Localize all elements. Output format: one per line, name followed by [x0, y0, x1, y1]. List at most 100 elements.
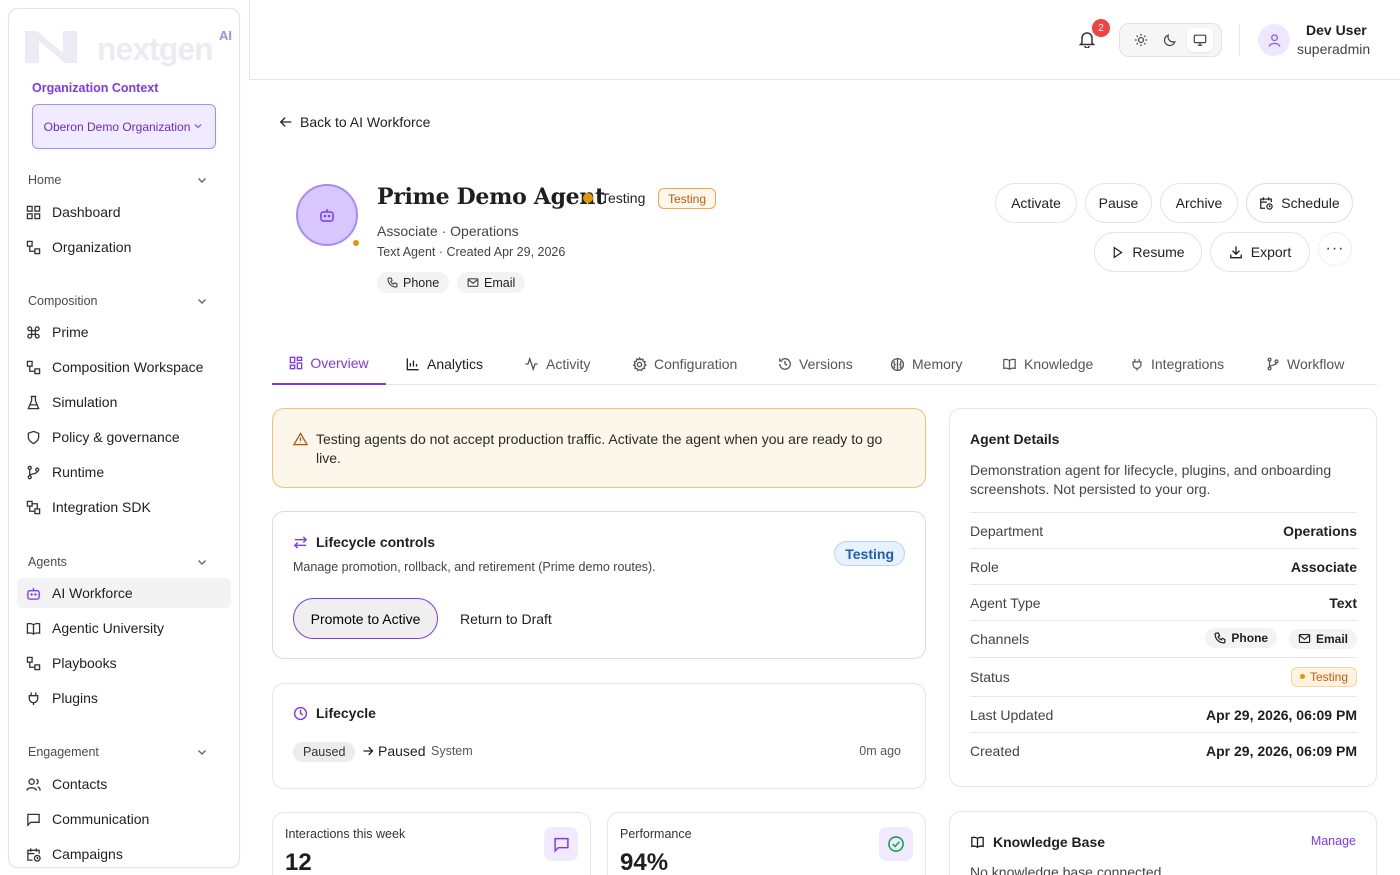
card-title: Lifecycle — [293, 705, 376, 721]
channel-chip-phone: Phone — [1205, 628, 1278, 649]
check-circle-icon — [879, 827, 913, 861]
tab-label: Configuration — [654, 356, 738, 372]
warning-triangle-icon — [293, 432, 308, 446]
tab-label: Integrations — [1151, 356, 1225, 372]
tab-overview[interactable]: Overview — [272, 343, 386, 385]
testing-warning-banner: Testing agents do not accept production … — [272, 408, 926, 488]
network-icon — [25, 239, 41, 255]
card-title: Lifecycle controls — [293, 534, 435, 550]
sidebar-item-prime[interactable]: Prime — [17, 317, 231, 347]
manage-link[interactable]: Manage — [1311, 834, 1356, 848]
tab-integrations[interactable]: Integrations — [1130, 343, 1224, 385]
logo-mark-icon — [25, 31, 77, 63]
moon-icon[interactable] — [1157, 28, 1183, 52]
detail-row-last-updated: Last Updated Apr 29, 2026, 06:09 PM — [970, 696, 1357, 732]
flask-icon — [25, 394, 41, 410]
layout-grid-icon — [289, 356, 303, 370]
tab-bar: Overview Analytics Activity Configuratio… — [272, 343, 1377, 385]
sun-icon[interactable] — [1128, 28, 1154, 52]
archive-button[interactable]: Archive — [1160, 183, 1238, 223]
detail-key: Channels — [970, 630, 1030, 647]
detail-key: Agent Type — [970, 594, 1041, 611]
schedule-button[interactable]: Schedule — [1246, 183, 1353, 223]
more-actions-button[interactable]: ··· — [1318, 232, 1352, 266]
sidebar-item-policy-governance[interactable]: Policy & governance — [17, 422, 231, 452]
detail-row-status: Status Testing — [970, 657, 1357, 695]
bar-chart-icon — [406, 357, 420, 371]
sidebar-item-contacts[interactable]: Contacts — [17, 769, 231, 799]
tab-workflow[interactable]: Workflow — [1266, 343, 1344, 385]
tab-knowledge[interactable]: Knowledge — [1002, 343, 1093, 385]
sidebar-item-runtime[interactable]: Runtime — [17, 457, 231, 487]
detail-row-agent-type: Agent Type Text — [970, 584, 1357, 620]
org-select[interactable]: Oberon Demo Organization — [32, 104, 216, 149]
sidebar-item-ai-workforce[interactable]: AI Workforce — [17, 578, 231, 608]
message-square-icon — [544, 827, 578, 861]
sidebar-item-simulation[interactable]: Simulation — [17, 387, 231, 417]
sidebar-item-label: Policy & governance — [52, 429, 180, 445]
sidebar-item-organization[interactable]: Organization — [17, 232, 231, 262]
promote-to-active-button[interactable]: Promote to Active — [293, 598, 438, 639]
card-title-text: Lifecycle controls — [316, 534, 436, 550]
clock-icon — [293, 706, 308, 721]
sidebar-item-agentic-university[interactable]: Agentic University — [17, 613, 231, 643]
status-indicator-dot — [351, 238, 361, 248]
sidebar-item-campaigns[interactable]: Campaigns — [17, 839, 231, 867]
sidebar-item-playbooks[interactable]: Playbooks — [17, 648, 231, 678]
sidebar-item-label: AI Workforce — [52, 585, 133, 601]
tab-label: Knowledge — [1024, 356, 1094, 372]
status-badge: Testing — [658, 188, 717, 209]
detail-key: Created — [970, 742, 1020, 759]
section-agents[interactable]: Agents — [28, 552, 208, 572]
play-icon — [1111, 245, 1124, 259]
export-button[interactable]: Export — [1210, 232, 1310, 272]
arrow-right-icon — [362, 745, 374, 757]
to-state: Paused — [362, 743, 425, 759]
sidebar-item-label: Organization — [52, 239, 132, 255]
status-dot — [583, 193, 593, 203]
avatar[interactable] — [1258, 24, 1290, 56]
resume-button[interactable]: Resume — [1094, 232, 1202, 272]
status-text: Testing — [601, 190, 646, 206]
tab-memory[interactable]: Memory — [890, 343, 963, 385]
tab-label: Overview — [310, 355, 369, 371]
pause-button[interactable]: Pause — [1085, 183, 1152, 223]
sidebar-item-plugins[interactable]: Plugins — [17, 683, 231, 713]
message-square-icon — [25, 811, 41, 827]
tab-analytics[interactable]: Analytics — [406, 343, 483, 385]
channel-chips: Phone Email — [1197, 628, 1357, 649]
topbar: 2 Dev User superadmin — [249, 0, 1400, 80]
sidebar-item-integration-sdk[interactable]: Integration SDK — [17, 492, 231, 522]
book-open-icon — [970, 835, 985, 849]
monitor-icon[interactable] — [1187, 28, 1214, 52]
phone-icon — [1214, 632, 1226, 644]
tab-versions[interactable]: Versions — [778, 343, 853, 385]
section-home[interactable]: Home — [28, 170, 208, 190]
return-to-draft-button[interactable]: Return to Draft — [460, 598, 552, 639]
history-icon — [778, 357, 792, 371]
button-label: Archive — [1175, 195, 1223, 211]
tab-activity[interactable]: Activity — [524, 343, 590, 385]
sidebar-item-composition-workspace[interactable]: Composition Workspace — [17, 352, 231, 382]
download-icon — [1229, 245, 1243, 259]
section-engagement[interactable]: Engagement — [28, 742, 208, 762]
network-icon — [25, 655, 41, 671]
sidebar-item-communication[interactable]: Communication — [17, 804, 231, 834]
bot-icon — [25, 585, 41, 601]
agent-subtitle: Associate · Operations — [377, 223, 519, 239]
org-select-value: Oberon Demo Organization — [43, 119, 191, 134]
tab-configuration[interactable]: Configuration — [632, 343, 737, 385]
git-branch-icon — [1266, 357, 1280, 371]
activate-button[interactable]: Activate — [995, 183, 1077, 223]
arrow-left-icon — [279, 115, 293, 129]
sidebar-item-dashboard[interactable]: Dashboard — [17, 197, 231, 227]
sidebar-item-label: Contacts — [52, 776, 108, 792]
back-link[interactable]: Back to AI Workforce — [279, 114, 430, 130]
stat-card-performance: Performance 94% — [607, 812, 926, 875]
sidebar-item-label: Communication — [52, 811, 150, 827]
lifecycle-status-badge: Testing — [834, 541, 905, 566]
bot-icon — [320, 209, 334, 222]
section-composition[interactable]: Composition — [28, 291, 208, 311]
chip-label: Email — [484, 275, 516, 290]
brand-logo[interactable]: nextgen AI — [23, 23, 233, 67]
